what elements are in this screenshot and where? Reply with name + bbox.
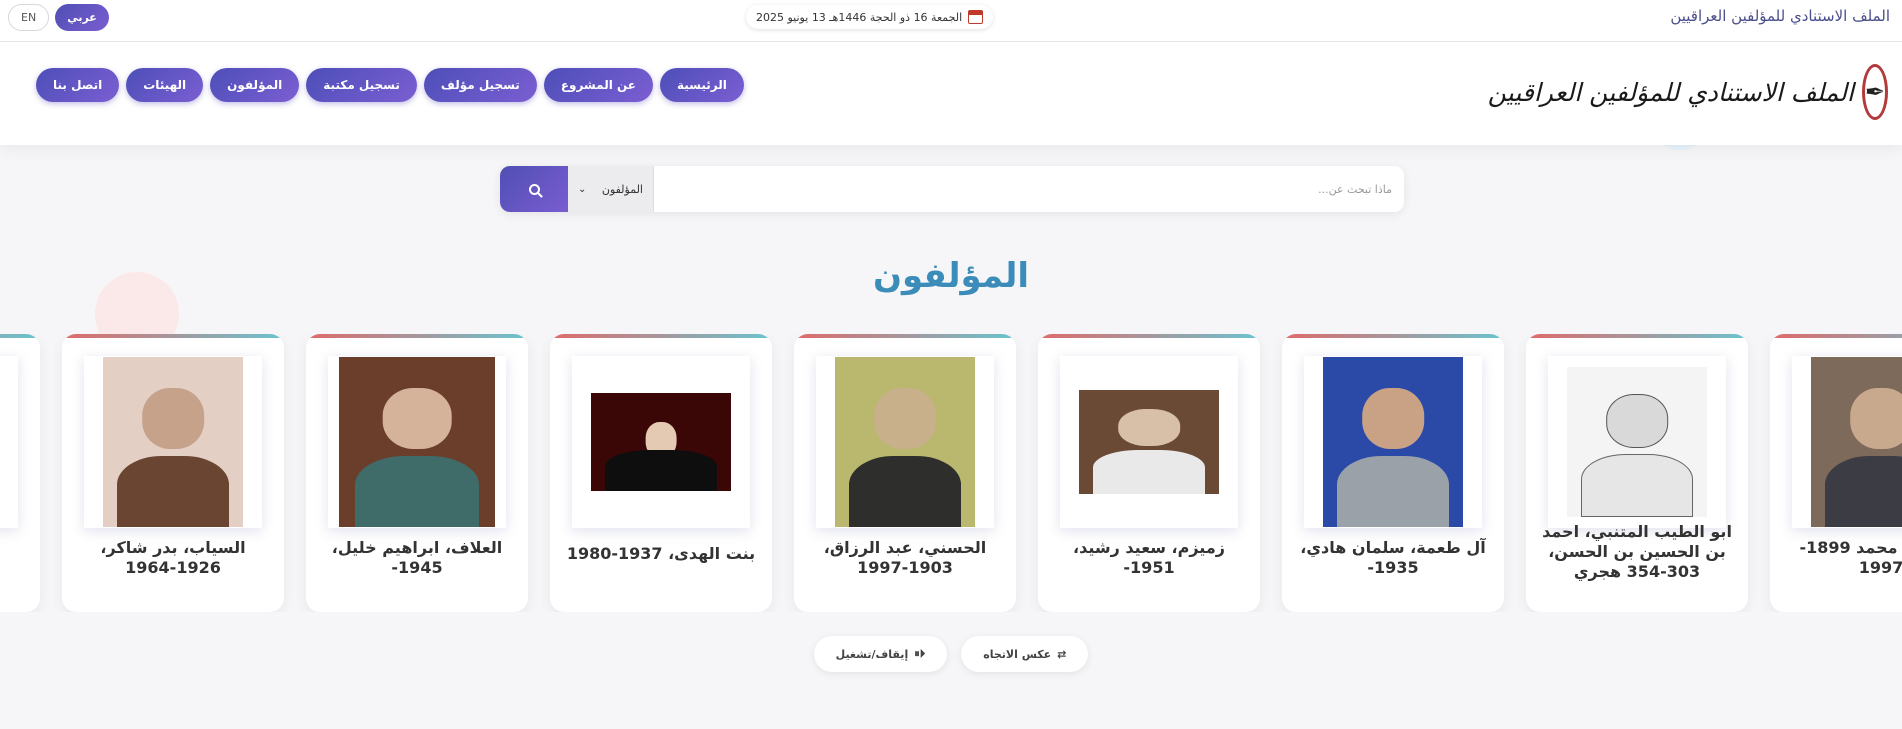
site-title[interactable]: الملف الاستنادي للمؤلفين العراقيين (1670, 7, 1890, 25)
nav-about[interactable]: عن المشروع (543, 68, 653, 102)
author-photo (1323, 357, 1463, 527)
search-bar: ⌄ المؤلفون (500, 166, 1404, 212)
date-display: الجمعة 16 ذو الحجة 1446هـ 13 يونيو 2025 (746, 5, 994, 29)
author-photo (591, 393, 731, 491)
lang-ar-button[interactable]: عربي (55, 4, 109, 31)
search-input[interactable] (654, 166, 1404, 212)
top-bar: الملف الاستنادي للمؤلفين العراقيين الجمع… (0, 0, 1902, 42)
site-header: الملف الاستنادي للمؤلفين العراقيين الجمع… (0, 0, 1902, 145)
card-accent (306, 334, 528, 338)
author-card[interactable]: الحسني، عبد الرزاق، 1903-1997 (794, 334, 1016, 612)
author-photo-frame (1548, 356, 1726, 528)
card-accent (1526, 334, 1748, 338)
search-icon (528, 183, 540, 195)
reverse-direction-button[interactable]: ⇄ عكس الاتجاه (961, 636, 1089, 672)
calendar-icon (968, 10, 984, 24)
nav-register-author[interactable]: تسجيل مؤلف (423, 68, 537, 102)
nav-contact[interactable]: اتصل بنا (36, 68, 120, 102)
card-accent (1770, 334, 1902, 338)
author-card[interactable]: السياب، بدر شاكر، 1926-1964 (62, 334, 284, 612)
author-photo (1811, 357, 1902, 527)
author-photo-frame (1060, 356, 1238, 528)
author-photo-frame (816, 356, 994, 528)
author-photo (1567, 367, 1707, 517)
author-photo-frame (328, 356, 506, 528)
author-photo (835, 357, 975, 527)
author-photo-frame (1792, 356, 1902, 528)
card-accent (1282, 334, 1504, 338)
play-pause-icon: ⏵⏸ (914, 647, 926, 660)
author-card[interactable] (0, 334, 40, 612)
reverse-direction-label: عكس الاتجاه (983, 647, 1052, 661)
card-accent (1038, 334, 1260, 338)
author-name: السياب، بدر شاكر، 1926-1964 (100, 538, 246, 577)
site-logo[interactable]: ✒ الملف الاستنادي للمؤلفين العراقيين (1488, 60, 1888, 124)
author-name: زميزم، سعيد رشيد، 1951- (1073, 538, 1225, 577)
author-card[interactable]: بنت الهدى، 1937-1980 (550, 334, 772, 612)
card-accent (550, 334, 772, 338)
lang-en-button[interactable]: EN (8, 4, 50, 31)
nav-bodies[interactable]: الهيئات (126, 68, 204, 102)
nav-home[interactable]: الرئيسية (659, 68, 744, 102)
author-name: ابو الطيب المتنبي، احمد بن الحسين بن الح… (1542, 522, 1732, 581)
carousel-controls: ⏵⏸ إيقاف/تشغيل ⇄ عكس الاتجاه (0, 636, 1902, 672)
author-photo-frame (0, 356, 18, 528)
author-card[interactable]: ابو الطيب المتنبي، احمد بن الحسين بن الح… (1526, 334, 1748, 612)
author-card[interactable]: العلاف، ابراهيم خليل، 1945- (306, 334, 528, 612)
nav-register-library[interactable]: تسجيل مكتبة (306, 68, 417, 102)
card-accent (62, 334, 284, 338)
author-card[interactable]: ...قري، محمد 1899-1997 (1770, 334, 1902, 612)
author-card[interactable]: آل طعمة، سلمان هادي، 1935- (1282, 334, 1504, 612)
card-accent (0, 334, 40, 338)
author-photo (339, 357, 495, 527)
author-name: بنت الهدى، 1937-1980 (566, 544, 756, 563)
author-card[interactable]: زميزم، سعيد رشيد، 1951- (1038, 334, 1260, 612)
section-title: المؤلفون (872, 256, 1030, 296)
pause-play-label: إيقاف/تشغيل (835, 647, 909, 661)
search-scope-select[interactable]: ⌄ المؤلفون (568, 166, 654, 212)
author-photo-frame (84, 356, 262, 528)
logo-emblem-icon: ✒ (1861, 64, 1888, 120)
authors-carousel: ...قري، محمد 1899-1997 ابو الطيب المتنبي… (0, 334, 1902, 612)
author-photo (103, 357, 243, 527)
author-photo-frame (1304, 356, 1482, 528)
search-button[interactable] (500, 166, 568, 212)
logo-text: الملف الاستنادي للمؤلفين العراقيين (1487, 77, 1855, 107)
pause-play-button[interactable]: ⏵⏸ إيقاف/تشغيل (813, 636, 948, 672)
author-name: العلاف، ابراهيم خليل، 1945- (331, 538, 503, 577)
nav-authors[interactable]: المؤلفون (210, 68, 300, 102)
author-photo (1079, 390, 1219, 494)
author-name: ...قري، محمد 1899-1997 (1799, 538, 1902, 577)
language-switcher: EN عربي (8, 4, 109, 31)
chevron-down-icon: ⌄ (578, 183, 587, 195)
card-accent (794, 334, 1016, 338)
swap-arrows-icon: ⇄ (1057, 647, 1067, 661)
main-nav: اتصل بنا الهيئات المؤلفون تسجيل مكتبة تس… (36, 68, 744, 102)
author-name: آل طعمة، سلمان هادي، 1935- (1300, 538, 1486, 577)
author-photo-frame (572, 356, 750, 528)
date-text: الجمعة 16 ذو الحجة 1446هـ 13 يونيو 2025 (756, 10, 963, 24)
search-scope-value: المؤلفون (601, 182, 643, 196)
author-name: الحسني، عبد الرزاق، 1903-1997 (823, 538, 987, 577)
